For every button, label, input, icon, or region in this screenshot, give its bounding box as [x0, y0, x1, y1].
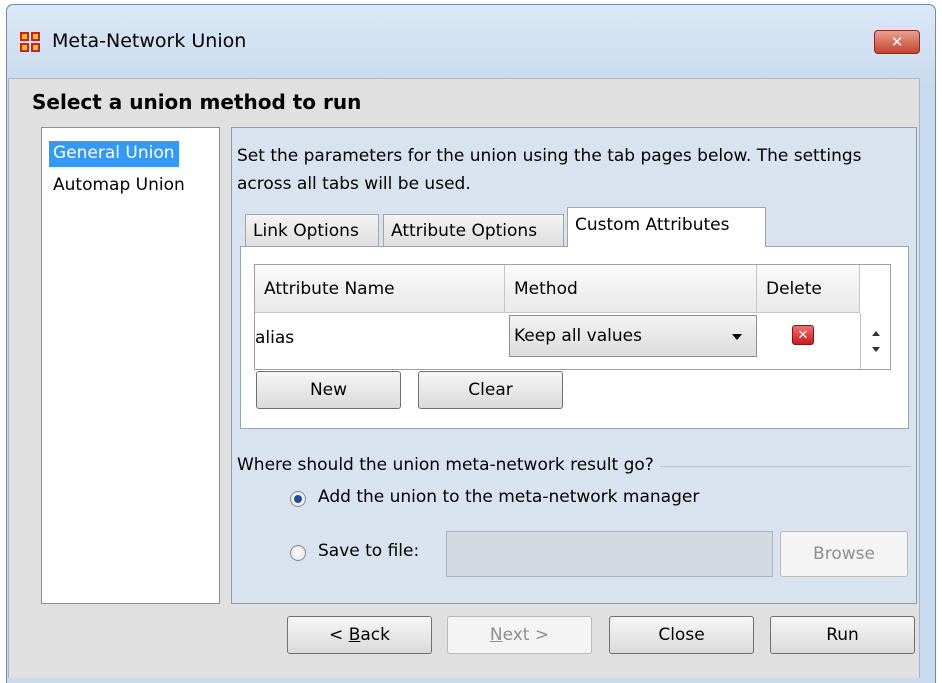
back-prefix: < [329, 625, 349, 645]
tab-attribute-options[interactable]: Attribute Options [383, 214, 564, 246]
scroll-down-icon[interactable] [872, 347, 880, 352]
window-title: Meta-Network Union [52, 30, 247, 52]
run-button[interactable]: Run [770, 616, 915, 654]
tab-custom-attributes[interactable]: Custom Attributes [567, 207, 766, 247]
attribute-name-cell[interactable]: alias [255, 328, 294, 348]
method-automap-union[interactable]: Automap Union [49, 173, 189, 199]
back-label: ack [360, 625, 390, 645]
method-general-union[interactable]: General Union [49, 141, 179, 167]
instructions-text: Set the parameters for the union using t… [237, 146, 862, 194]
table-scrollbar[interactable] [860, 313, 890, 369]
delete-row-icon[interactable]: ✕ [792, 325, 814, 345]
add-to-manager-radio[interactable] [290, 491, 306, 507]
save-to-file-label[interactable]: Save to file: [318, 541, 419, 561]
column-header-delete[interactable]: Delete [757, 265, 860, 313]
tab-link-options[interactable]: Link Options [245, 214, 379, 246]
method-select[interactable]: Keep all values [509, 315, 757, 357]
custom-attributes-table: Attribute Name Method Delete alias Keep … [254, 264, 891, 370]
output-destination-label: Where should the union meta-network resu… [237, 455, 660, 475]
page-title: Select a union method to run [32, 90, 362, 114]
scroll-up-icon[interactable] [872, 331, 880, 336]
next-button[interactable]: Next > [447, 616, 592, 654]
back-mnemonic: B [348, 625, 361, 645]
clear-button[interactable]: Clear [418, 371, 563, 409]
close-button[interactable]: Close [609, 616, 754, 654]
browse-button[interactable]: Browse [780, 531, 908, 577]
column-header-method[interactable]: Method [505, 265, 757, 313]
next-label: ext > [502, 625, 550, 645]
next-mnemonic: N [489, 625, 503, 645]
app-icon [20, 32, 42, 54]
column-header-attribute-name[interactable]: Attribute Name [255, 265, 505, 313]
save-to-file-radio[interactable] [290, 545, 306, 561]
union-method-list: General Union Automap Union [41, 127, 220, 604]
file-path-input[interactable] [446, 531, 773, 577]
method-select-value: Keep all values [514, 326, 642, 346]
back-button[interactable]: < Back [287, 616, 432, 654]
new-button[interactable]: New [256, 371, 401, 409]
add-to-manager-label[interactable]: Add the union to the meta-network manage… [318, 487, 699, 507]
chevron-down-icon [732, 334, 742, 340]
close-icon[interactable]: ✕ [874, 30, 920, 54]
